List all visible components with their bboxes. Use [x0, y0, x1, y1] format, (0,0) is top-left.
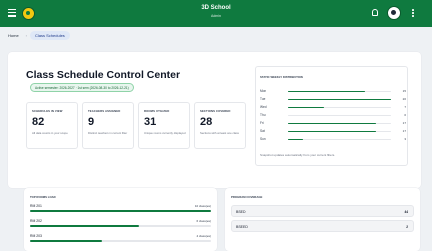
page-title: Class Schedule Control Center: [26, 69, 181, 81]
distribution-track: [288, 122, 391, 125]
day-count: 0: [404, 113, 406, 117]
day-label: Fri: [260, 121, 264, 125]
stat-value: 9: [88, 116, 95, 128]
day-count: 7: [404, 105, 406, 109]
stat-card-sections: SECTIONS COVERED 28 Sections with at lea…: [194, 102, 246, 149]
day-count: 17: [402, 121, 406, 125]
top-app-bar: 3D School Admin: [0, 0, 432, 27]
stat-value: 82: [32, 116, 45, 128]
breadcrumb: Home › Class Schedules: [4, 30, 70, 41]
day-label: Tue: [260, 97, 266, 101]
distribution-row: Mon 15: [260, 89, 406, 94]
bell-icon[interactable]: [372, 9, 378, 16]
room-bar: [30, 210, 211, 212]
room-name: RM 201: [30, 204, 42, 208]
distribution-bar: [288, 106, 325, 109]
room-load: 6 class(es): [196, 219, 211, 223]
program-count: 44: [404, 210, 408, 214]
room-row: RM 201 10 class(es): [30, 204, 211, 218]
room-name: RM 203: [30, 234, 42, 238]
programs-title: PROGRAM COVERAGE: [231, 195, 263, 199]
chevron-right-icon: ›: [25, 33, 28, 38]
day-count: 3: [404, 137, 406, 141]
room-bar: [30, 240, 103, 242]
program-row[interactable]: BSED 44: [231, 205, 414, 217]
day-label: Sun: [260, 137, 266, 141]
distribution-bar: [288, 138, 304, 141]
distribution-row: Sat 17: [260, 129, 406, 134]
stat-value: 31: [144, 116, 157, 128]
distribution-bar: [288, 122, 376, 125]
distribution-track: [288, 138, 391, 141]
stat-label: SCHEDULES IN VIEW: [32, 109, 63, 113]
distribution-title: STATIC WEEKLY DISTRIBUTION: [260, 75, 303, 79]
stat-value: 28: [200, 116, 213, 128]
distribution-track: [288, 114, 391, 117]
stat-label: SECTIONS COVERED: [200, 109, 231, 113]
top-rooms-card: TOP ROOMS LOAD RM 201 10 class(es) RM 20…: [24, 188, 217, 251]
stat-card-rooms: ROOMS UTILIZED 31 Unique rooms currently…: [138, 102, 190, 149]
room-track: [30, 210, 211, 212]
program-count: 2: [406, 225, 408, 229]
app-title: 3D School: [201, 5, 231, 11]
distribution-track: [288, 98, 391, 101]
program-name: BSED: [236, 210, 246, 214]
room-load: 4 class(es): [196, 234, 211, 238]
room-track: [30, 225, 211, 227]
room-row: RM 202 6 class(es): [30, 219, 211, 233]
room-name: RM 202: [30, 219, 42, 223]
room-load: 10 class(es): [194, 204, 211, 208]
day-label: Thu: [260, 113, 266, 117]
program-name: BSEED: [236, 225, 248, 229]
semester-badge: Active semester: 2026-2027 · 1st sem (20…: [30, 83, 134, 92]
breadcrumb-home[interactable]: Home: [4, 31, 23, 40]
day-label: Wed: [260, 105, 267, 109]
room-row: RM 203 4 class(es): [30, 234, 211, 248]
stat-card-schedules: SCHEDULES IN VIEW 82 All data counts in …: [26, 102, 78, 149]
day-count: 17: [402, 129, 406, 133]
avatar[interactable]: [387, 6, 401, 20]
stat-label: TEACHERS ASSIGNED: [88, 109, 121, 113]
room-bar: [30, 225, 139, 227]
day-label: Mon: [260, 89, 267, 93]
more-vert-icon[interactable]: [412, 9, 414, 18]
program-row[interactable]: BSEED 2: [231, 220, 414, 232]
stat-description: Unique rooms currently displayed: [144, 131, 186, 135]
distribution-row: Tue 20: [260, 97, 406, 102]
distribution-row: Fri 17: [260, 121, 406, 126]
distribution-track: [288, 106, 391, 109]
day-count: 20: [402, 97, 406, 101]
day-label: Sat: [260, 129, 265, 133]
app-subtitle: Admin: [211, 14, 221, 18]
distribution-row: Sun 3: [260, 137, 406, 142]
distribution-track: [288, 90, 391, 93]
distribution-note: Snapshot updates automatically from your…: [260, 153, 336, 157]
weekly-distribution-panel: STATIC WEEKLY DISTRIBUTION Mon 15 Tue 20…: [255, 66, 408, 166]
day-count: 15: [402, 89, 406, 93]
distribution-row: Wed 7: [260, 105, 406, 110]
stat-description: Distinct teachers in current filter: [88, 131, 128, 135]
distribution-bar: [288, 98, 391, 101]
stat-label: ROOMS UTILIZED: [144, 109, 170, 113]
distribution-track: [288, 130, 391, 133]
stat-description: Sections with at least one class: [200, 131, 239, 135]
distribution-bar: [288, 130, 376, 133]
rooms-title: TOP ROOMS LOAD: [30, 195, 56, 199]
stat-description: All data counts in your scope: [32, 131, 68, 135]
breadcrumb-current: Class Schedules: [30, 31, 70, 40]
program-coverage-card: PROGRAM COVERAGE BSED 44 BSEED 2: [225, 188, 420, 251]
stat-card-teachers: TEACHERS ASSIGNED 9 Distinct teachers in…: [82, 102, 134, 149]
room-track: [30, 240, 211, 242]
distribution-bar: [288, 90, 366, 93]
distribution-row: Thu 0: [260, 113, 406, 118]
